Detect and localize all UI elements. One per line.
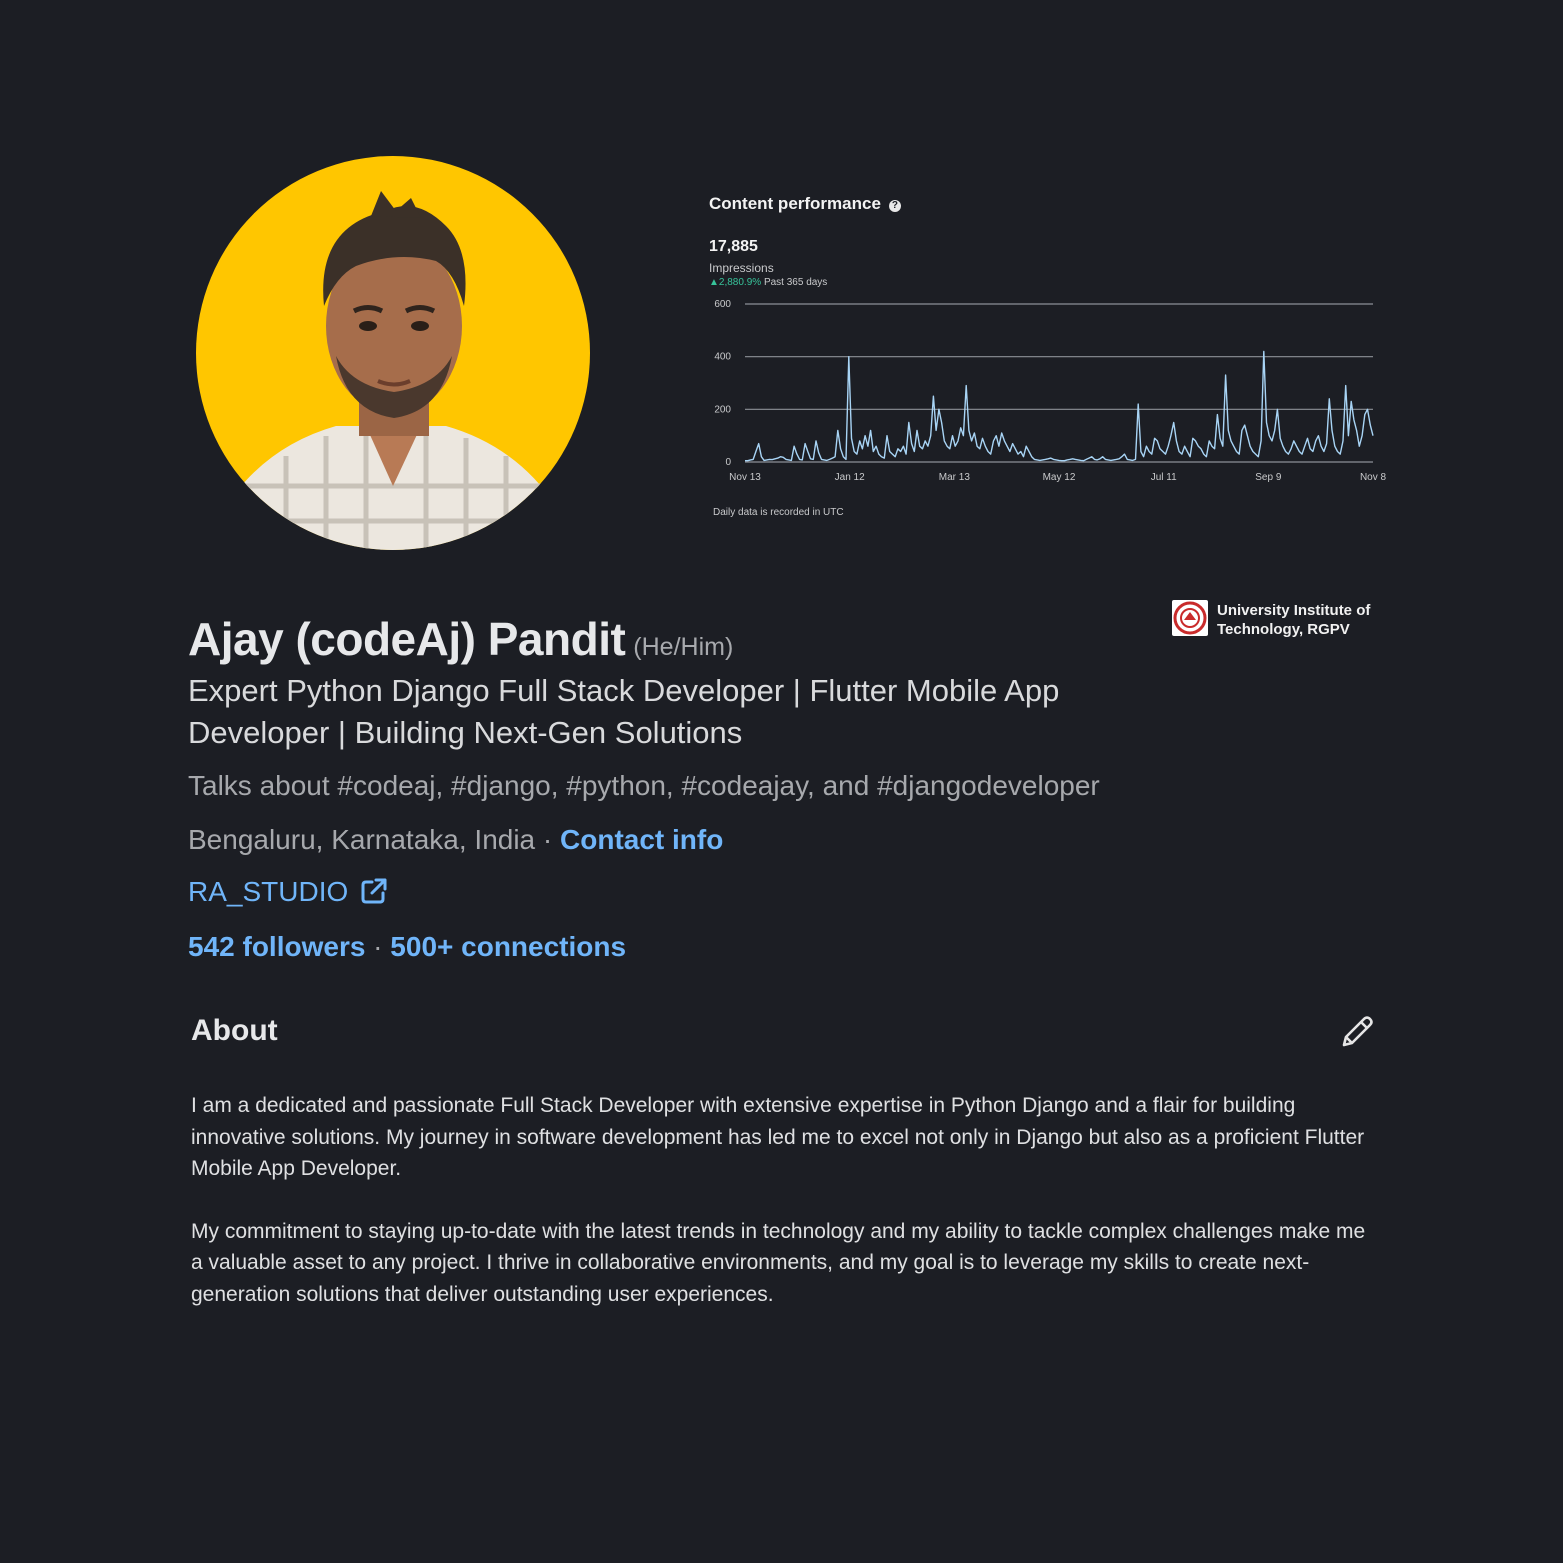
profile-name: Ajay (codeAj) Pandit (He/Him) (188, 612, 733, 666)
pencil-icon[interactable] (1338, 1013, 1376, 1051)
x-tick-label: Sep 9 (1255, 472, 1282, 483)
impressions-line-chart[interactable]: 0 200 400 600 Nov 13 Jan 12 Mar 13 May 12 Jul 11… (709, 292, 1389, 492)
external-link-icon[interactable] (360, 877, 388, 912)
about-heading: About (191, 1014, 278, 1047)
x-tick-label: Nov 8 (1360, 472, 1387, 483)
talks-about: Talks about #codeaj, #django, #python, #… (188, 770, 1100, 801)
location-line: Bengaluru, Karnataka, India · Contact in… (188, 824, 723, 856)
change-period: Past 365 days (763, 277, 828, 288)
about-text: I am a dedicated and passionate Full Sta… (191, 1090, 1371, 1341)
performance-title: Content performance? (709, 194, 901, 214)
company-link-text[interactable]: RA_STUDIO (188, 876, 348, 907)
impressions-change: ▲2,880.9% Past 365 days (709, 277, 827, 288)
location-text: Bengaluru, Karnataka, India (188, 824, 536, 855)
about-paragraph: My commitment to staying up-to-date with… (191, 1219, 1366, 1306)
chart-note: Daily data is recorded in UTC (713, 507, 844, 518)
network-line: 542 followers · 500+ connections (188, 931, 626, 963)
change-percent: ▲2,880.9% (709, 277, 762, 288)
x-tick-label: Jul 11 (1151, 472, 1177, 483)
location-separator: · (535, 824, 561, 855)
y-tick-label: 0 (725, 457, 731, 468)
profile-photo[interactable] (196, 156, 590, 550)
contact-info-link[interactable]: Contact info (560, 824, 723, 855)
y-tick-label: 400 (714, 352, 731, 363)
education-item[interactable]: University Institute of Technology, RGPV (1172, 600, 1372, 640)
pronouns: (He/Him) (633, 633, 734, 661)
full-name: Ajay (codeAj) Pandit (188, 613, 626, 665)
about-paragraph: I am a dedicated and passionate Full Sta… (191, 1094, 1365, 1180)
school-emblem-icon (1173, 601, 1207, 635)
followers-link[interactable]: 542 followers (188, 931, 365, 962)
impressions-label: Impressions (709, 261, 774, 275)
profile-headline: Expert Python Django Full Stack Develope… (188, 673, 1060, 750)
content-performance-card[interactable]: Content performance? 17,885 Impressions … (709, 192, 1389, 532)
person-portrait-image (196, 191, 590, 550)
school-name: University Institute of Technology, RGPV (1217, 602, 1371, 638)
impressions-value: 17,885 (709, 238, 758, 255)
help-icon[interactable]: ? (888, 200, 901, 212)
x-tick-label: Nov 13 (729, 472, 761, 483)
performance-title-text: Content performance (709, 194, 881, 213)
x-tick-label: Jan 12 (835, 472, 865, 483)
connections-link[interactable]: 500+ connections (390, 931, 626, 962)
y-tick-label: 600 (714, 299, 731, 310)
company-link[interactable]: RA_STUDIO (188, 876, 388, 912)
x-tick-label: May 12 (1043, 472, 1076, 483)
y-tick-label: 200 (714, 404, 731, 415)
network-separator: · (365, 931, 391, 962)
impressions-series-line (745, 350, 1374, 462)
school-logo (1172, 600, 1208, 636)
x-tick-label: Mar 13 (939, 472, 971, 483)
